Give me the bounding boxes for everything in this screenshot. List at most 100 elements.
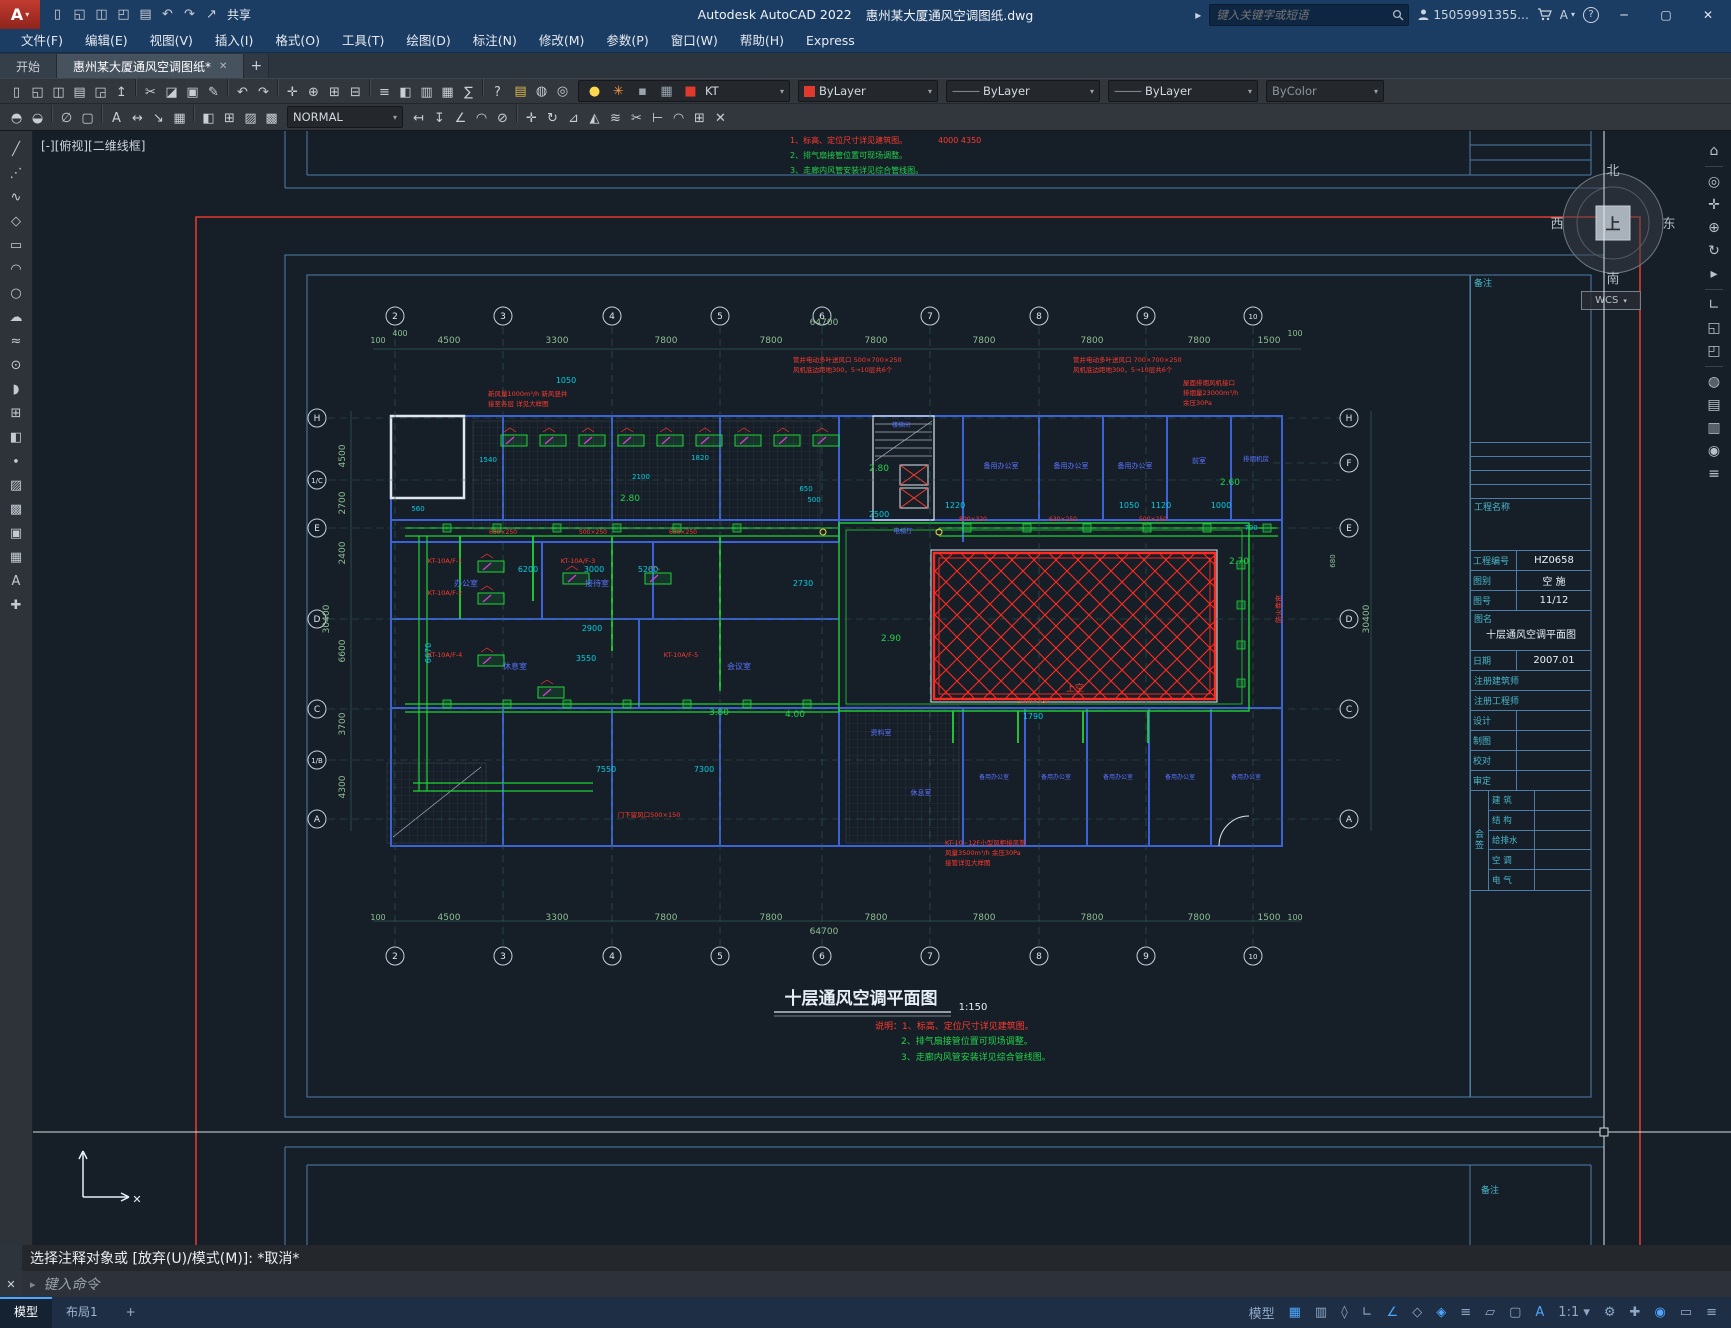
add-selected-icon[interactable]: ✚ <box>4 595 28 617</box>
layer-properties-icon[interactable]: ▤ <box>510 81 531 102</box>
command-input[interactable]: ▸ 键入命令 <box>22 1271 1731 1297</box>
quick-select-icon[interactable]: ▢ <box>77 108 98 129</box>
ucs-toggle-icon[interactable]: ∟ <box>1702 295 1726 315</box>
color-dropdown[interactable]: ByLayer ▾ <box>798 80 938 102</box>
close-icon[interactable]: ✕ <box>6 1278 15 1291</box>
wcs-badge[interactable]: WCS ▾ <box>1581 291 1641 310</box>
copy-icon[interactable]: ◪ <box>161 82 182 103</box>
rotate-icon[interactable]: ↻ <box>542 108 563 129</box>
insert-block-icon[interactable]: ⊞ <box>4 403 28 425</box>
full-navigation-wheel-icon[interactable]: ◎ <box>1702 172 1726 192</box>
draw-order-icon[interactable]: ◓ <box>6 108 27 129</box>
paste-icon[interactable]: ▣ <box>182 82 203 103</box>
calculator-icon[interactable]: ∑ <box>458 82 479 103</box>
bring-to-front-icon[interactable]: ◒ <box>27 108 48 129</box>
search-input[interactable] <box>1214 6 1389 23</box>
tab-start[interactable]: 开始 <box>0 54 58 78</box>
settings-icon[interactable]: ≡ <box>1702 464 1726 484</box>
maximize-button[interactable]: ▢ <box>1649 0 1683 29</box>
menu-item[interactable]: 工具(T) <box>331 29 395 53</box>
block-icon[interactable]: ◧ <box>198 108 219 129</box>
annotation-monitor-icon[interactable]: ✚ <box>1624 1305 1647 1320</box>
layer-plot-icon[interactable]: ▦ <box>656 81 677 102</box>
undo-icon[interactable]: ↶ <box>158 4 177 25</box>
polar-tracking-icon[interactable]: ∠ <box>1381 1305 1405 1320</box>
redo-icon[interactable]: ↷ <box>253 82 274 103</box>
mirror-icon[interactable]: ◭ <box>584 108 605 129</box>
open-icon[interactable]: ◱ <box>27 82 48 103</box>
annotation-visibility-icon[interactable]: A <box>1529 1305 1550 1320</box>
dim-angular-icon[interactable]: ∠ <box>450 108 471 129</box>
annotation-scale-button[interactable]: 1:1 ▾ <box>1552 1305 1596 1320</box>
view-controls-icon[interactable]: ◱ <box>1702 318 1726 338</box>
menu-item[interactable]: 插入(I) <box>204 29 264 53</box>
qnew-icon[interactable]: ▯ <box>6 82 27 103</box>
layer-thaw-icon[interactable]: ✳ <box>608 81 629 102</box>
menu-item[interactable]: 参数(P) <box>595 29 659 53</box>
palette-stack-icon[interactable]: ▥ <box>1702 418 1726 438</box>
annotation-tools-icon[interactable]: ▤ <box>1702 395 1726 415</box>
cart-icon[interactable] <box>1537 8 1552 21</box>
publish-icon[interactable]: ↥ <box>111 82 132 103</box>
infer-constraints-icon[interactable]: ◊ <box>1335 1305 1353 1320</box>
customize-icon[interactable]: ≡ <box>1700 1305 1723 1320</box>
command-line-window[interactable]: ✕ 选择注释对象或 [放弃(U)/模式(M)]: *取消* ▸ 键入命令 <box>0 1245 1731 1297</box>
move-icon[interactable]: ✛ <box>521 108 542 129</box>
menu-item[interactable]: 视图(V) <box>139 29 204 53</box>
object-snap-icon[interactable]: ◈ <box>1430 1305 1452 1320</box>
model-tab[interactable]: 模型 <box>0 1297 53 1328</box>
insert-block-icon[interactable]: ⊞ <box>219 108 240 129</box>
viewport-controls[interactable]: [-][俯视][二维线框] <box>41 137 145 154</box>
share-icon[interactable]: ↗ <box>202 4 221 25</box>
tab-document[interactable]: 惠州某大厦通风空调图纸* ✕ <box>57 54 245 78</box>
menu-item[interactable]: 绘图(D) <box>395 29 461 53</box>
layer-walk-icon[interactable]: ◍ <box>1702 372 1726 392</box>
trim-icon[interactable]: ✂ <box>626 108 647 129</box>
performance-icon[interactable]: ◉ <box>1702 441 1726 461</box>
layer-unlock-icon[interactable]: ▪ <box>632 81 653 102</box>
dim-linear-icon[interactable]: ↤ <box>408 108 429 129</box>
construction-line-icon[interactable]: ⋰ <box>4 163 28 185</box>
designcenter-icon[interactable]: ◧ <box>395 82 416 103</box>
menu-item[interactable]: 窗口(W) <box>660 29 729 53</box>
spline-icon[interactable]: ≈ <box>4 331 28 353</box>
polygon-icon[interactable]: ◇ <box>4 211 28 233</box>
fillet-icon[interactable]: ◠ <box>668 108 689 129</box>
pan-icon[interactable]: ✛ <box>282 82 303 103</box>
zoom-window-icon[interactable]: ⊞ <box>324 82 345 103</box>
redo-icon[interactable]: ↷ <box>180 4 199 25</box>
polyline-icon[interactable]: ∿ <box>4 187 28 209</box>
orbit-icon[interactable]: ↻ <box>1702 241 1726 261</box>
ellipse-arc-icon[interactable]: ◗ <box>4 379 28 401</box>
table-icon[interactable]: ▦ <box>4 547 28 569</box>
hardware-acceleration-icon[interactable]: ◉ <box>1648 1305 1671 1320</box>
model-space-button[interactable]: 模型 <box>1243 1303 1281 1322</box>
properties-icon[interactable]: ≡ <box>374 82 395 103</box>
zoom-extents-icon[interactable]: ⊕ <box>1702 218 1726 238</box>
measure-icon[interactable]: ∅ <box>56 108 77 129</box>
menu-item[interactable]: 帮助(H) <box>729 29 795 53</box>
tool-palettes-icon[interactable]: ▥ <box>416 82 437 103</box>
named-views-icon[interactable]: ◰ <box>1702 341 1726 361</box>
scale-icon[interactable]: ⊿ <box>563 108 584 129</box>
help-icon[interactable]: ? <box>487 82 508 103</box>
ortho-mode-icon[interactable]: ∟ <box>1356 1305 1379 1320</box>
rectangle-icon[interactable]: ▭ <box>4 235 28 257</box>
account-button[interactable]: 15059991355... <box>1417 8 1529 22</box>
share-button[interactable]: 共享 <box>227 6 251 23</box>
plot-icon[interactable]: ▤ <box>69 82 90 103</box>
snap-mode-icon[interactable]: ▥ <box>1309 1305 1333 1320</box>
menu-item[interactable]: 修改(M) <box>528 29 596 53</box>
layout1-tab[interactable]: 布局1 <box>52 1297 112 1328</box>
gradient-icon[interactable]: ▩ <box>4 499 28 521</box>
arc-icon[interactable]: ◠ <box>4 259 28 281</box>
layer-color-chip-icon[interactable]: ■ <box>680 81 701 102</box>
new-tab-button[interactable]: + <box>244 54 270 78</box>
table-icon[interactable]: ▦ <box>169 108 190 129</box>
close-button[interactable]: ✕ <box>1691 0 1725 29</box>
dimension-icon[interactable]: ↔ <box>127 108 148 129</box>
dim-aligned-icon[interactable]: ↧ <box>429 108 450 129</box>
hatch-icon[interactable]: ▨ <box>4 475 28 497</box>
ellipse-icon[interactable]: ⊙ <box>4 355 28 377</box>
open-file-icon[interactable]: ◱ <box>70 4 89 25</box>
